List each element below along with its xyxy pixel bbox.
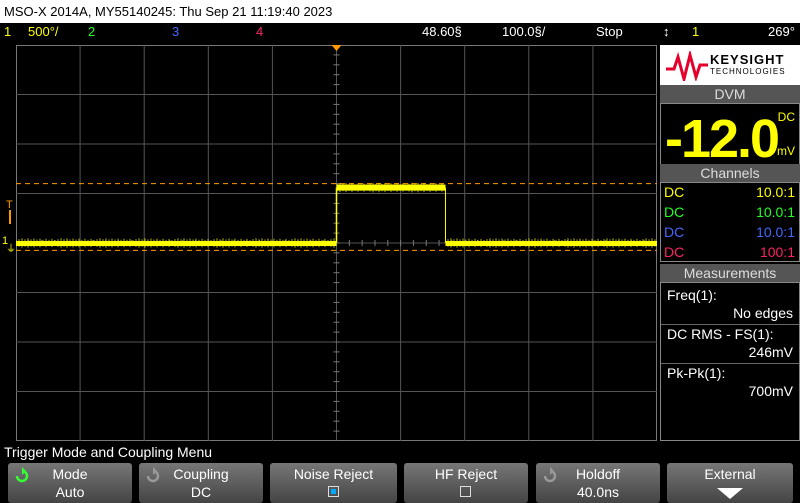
keysight-wave-icon (666, 51, 708, 81)
channel-probe-ratio: 10.0:1 (756, 204, 795, 220)
channel-probe-ratio: 10.0:1 (756, 184, 795, 200)
hf-reject-label: HF Reject (434, 466, 498, 482)
channels-panel: DC 10.0:1 DC 10.0:1 DC 10.0:1 DC 100:1 (660, 182, 800, 262)
channel-coupling: DC (664, 224, 685, 240)
side-panel: KEYSIGHT TECHNOLOGIES DVM -12.0 DC mV Ch… (660, 45, 800, 441)
trigger-level-marker-tick (9, 210, 11, 224)
channel-row[interactable]: DC 100:1 (661, 243, 799, 263)
time-position[interactable]: 48.60§ (422, 23, 462, 41)
external-softkey[interactable]: External (667, 463, 793, 503)
noise-reject-label: Noise Reject (293, 466, 374, 482)
channel-coupling: DC (664, 204, 685, 220)
window-title: MSO-X 2014A, MY55140245: Thu Sep 21 11:1… (0, 0, 800, 23)
dvm-value: -12.0 (665, 109, 780, 169)
time-scale[interactable]: 100.0§/ (502, 23, 545, 41)
trigger-level[interactable]: 269° (768, 23, 795, 41)
brand-logo: KEYSIGHT TECHNOLOGIES (660, 45, 800, 85)
ch3-number[interactable]: 3 (172, 23, 179, 41)
down-arrow-icon (717, 488, 743, 499)
meas-label-freq: Freq(1): (667, 287, 717, 303)
mode-value: Auto (55, 484, 85, 500)
status-bar: 1 500°/ 2 3 4 48.60§ 100.0§/ Stop ↕ 1 26… (0, 23, 800, 41)
ch1-waveform-noise (15, 182, 656, 248)
hf-reject-softkey[interactable]: HF Reject (404, 463, 528, 503)
ch2-number[interactable]: 2 (88, 23, 95, 41)
brand-subtitle: TECHNOLOGIES (710, 67, 786, 76)
hf-reject-checkbox[interactable] (460, 486, 471, 497)
external-label: External (704, 466, 756, 482)
scope-graticule (15, 44, 658, 442)
dvm-panel: -12.0 DC mV (660, 103, 800, 167)
ch1-scale[interactable]: 500°/ (28, 23, 59, 41)
holdoff-label: Holdoff (575, 466, 621, 482)
softkey-bar: Mode Auto Coupling DC Noise Reject HF Re… (0, 462, 800, 503)
trigger-position-marker (331, 45, 342, 51)
channel-probe-ratio: 100:1 (759, 244, 795, 260)
channel-probe-ratio: 10.0:1 (756, 224, 795, 240)
trigger-channel[interactable]: 1 (692, 23, 699, 41)
holdoff-softkey[interactable]: Holdoff 40.0ns (536, 463, 660, 503)
trigger-slope-icon: ↕ (663, 24, 670, 39)
ch1-number[interactable]: 1 (4, 23, 11, 41)
mode-label: Mode (52, 466, 88, 482)
meas-label-pkpk: Pk-Pk(1): (667, 365, 726, 381)
mode-softkey[interactable]: Mode Auto (8, 463, 132, 503)
channel-coupling: DC (664, 184, 685, 200)
coupling-softkey[interactable]: Coupling DC (139, 463, 263, 503)
holdoff-value: 40.0ns (576, 484, 620, 500)
measurements-header: Measurements (660, 264, 800, 282)
measurements-panel: Freq(1): No edges DC RMS - FS(1): 246mV … (660, 282, 800, 441)
ch4-number[interactable]: 4 (256, 23, 263, 41)
dvm-mode: DC (777, 110, 795, 124)
coupling-value: DC (190, 484, 212, 500)
channel-row[interactable]: DC 10.0:1 (661, 223, 799, 243)
channel-coupling: DC (664, 244, 685, 260)
waveform-display[interactable] (15, 44, 658, 442)
meas-value-dcrms: 246mV (748, 344, 793, 360)
meas-value-freq: No edges (733, 305, 793, 321)
ground-icon: ⏚ (6, 244, 16, 255)
menu-title: Trigger Mode and Coupling Menu (4, 444, 213, 460)
meas-label-dcrms: DC RMS - FS(1): (667, 326, 774, 342)
run-state[interactable]: Stop (596, 23, 623, 41)
dvm-unit: mV (777, 144, 795, 158)
channels-header: Channels (660, 164, 800, 182)
dvm-header: DVM (660, 85, 800, 103)
meas-value-pkpk: 700mV (748, 383, 793, 399)
brand-name: KEYSIGHT (710, 52, 785, 67)
channel-row[interactable]: DC 10.0:1 (661, 203, 799, 223)
coupling-label: Coupling (173, 466, 229, 482)
noise-reject-softkey[interactable]: Noise Reject (270, 463, 397, 503)
channel-row[interactable]: DC 10.0:1 (661, 183, 799, 203)
noise-reject-checkbox[interactable] (327, 486, 339, 497)
